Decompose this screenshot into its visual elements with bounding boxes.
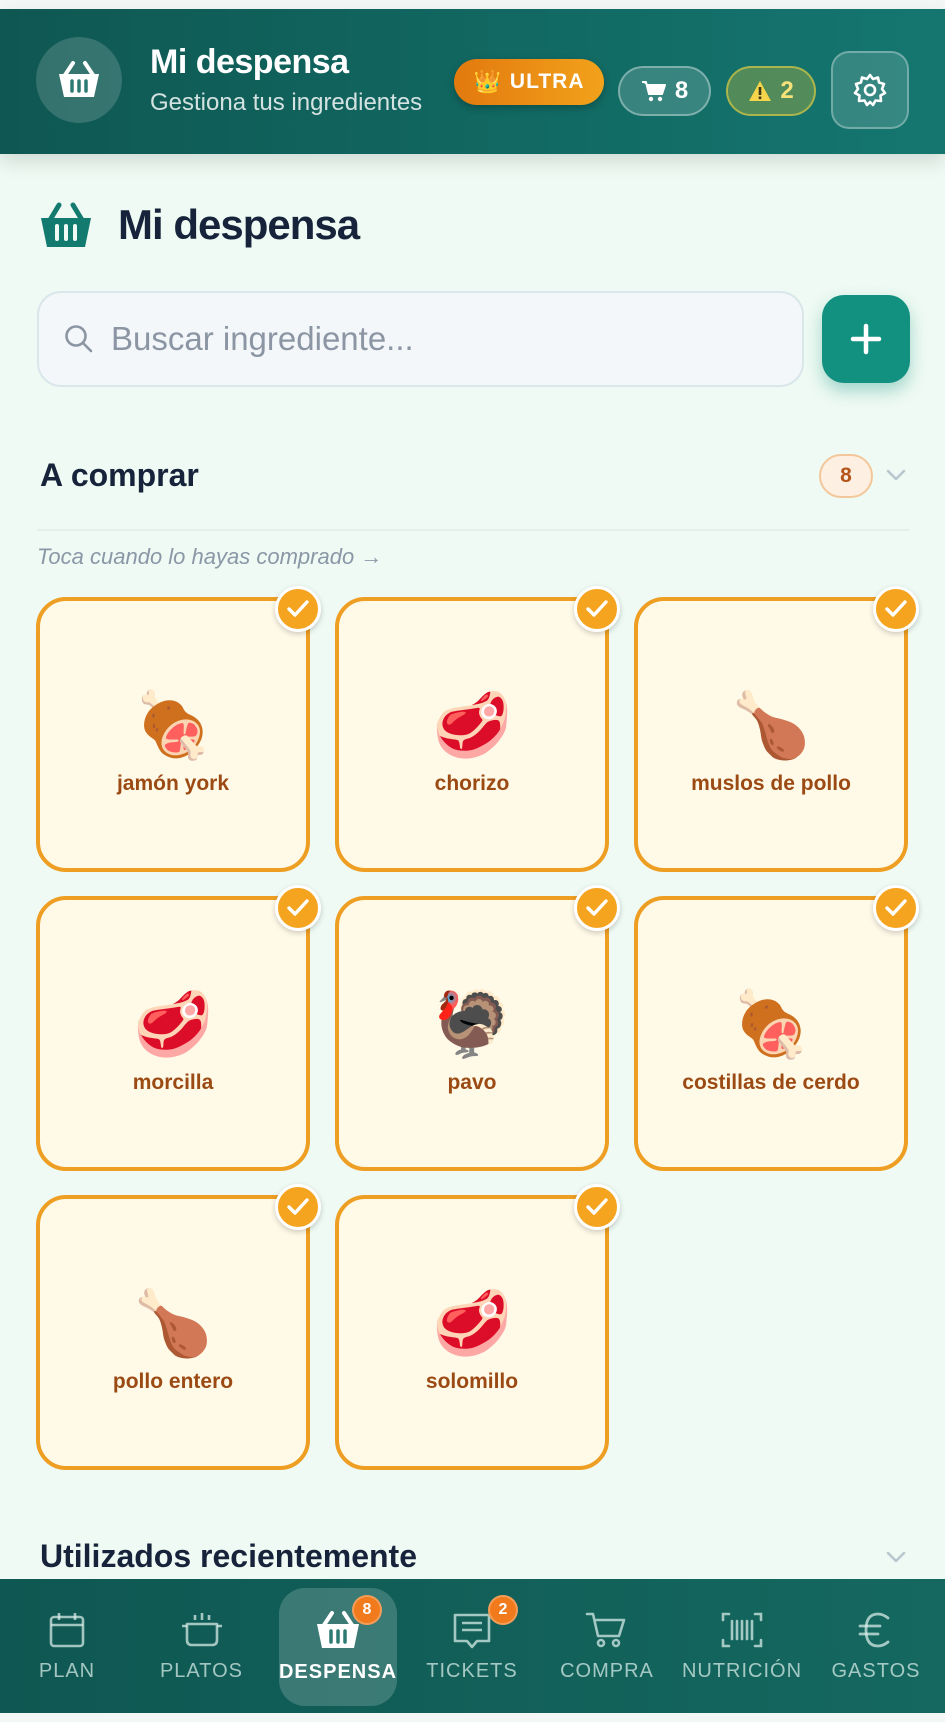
- ingredient-name: pavo: [447, 1070, 497, 1094]
- ingredient-name: solomillo: [425, 1369, 519, 1393]
- ingredient-card[interactable]: 🍖 costillas de cerdo: [634, 885, 919, 1171]
- status-strip: [0, 0, 945, 9]
- page-title-row: Mi despensa: [38, 200, 360, 250]
- home-indicator-strip: [0, 1713, 945, 1722]
- ingredient-card[interactable]: 🍖 jamón york: [36, 586, 321, 872]
- check-icon[interactable]: [873, 586, 919, 632]
- warning-icon: [749, 81, 772, 101]
- search-icon: [65, 325, 93, 353]
- add-ingredient-button[interactable]: [822, 295, 910, 383]
- nav-label: DESPENSA: [278, 1660, 398, 1683]
- cart-icon: [585, 1612, 626, 1647]
- nav-plan[interactable]: PLAN: [0, 1579, 134, 1713]
- nav-badge: 8: [352, 1595, 382, 1625]
- nav-compra[interactable]: COMPRA: [537, 1579, 677, 1713]
- cart-count: 8: [674, 77, 689, 104]
- nav-label: GASTOS: [831, 1659, 921, 1682]
- meat-on-bone-icon: 🍖: [731, 987, 811, 1062]
- ingredient-name: muslos de pollo: [691, 771, 851, 795]
- ingredient-card[interactable]: 🥩 chorizo: [335, 586, 620, 872]
- check-icon[interactable]: [574, 586, 620, 632]
- ingredient-name: jamón york: [116, 771, 230, 795]
- to-buy-count: 8: [819, 454, 873, 498]
- cart-counter[interactable]: 8: [618, 66, 711, 116]
- header-title: Mi despensa: [150, 43, 349, 81]
- basket-logo: [36, 37, 122, 123]
- euro-icon: [858, 1612, 890, 1647]
- ingredient-card[interactable]: 🥩 morcilla: [36, 885, 321, 1171]
- cart-icon: [641, 81, 666, 102]
- basket-icon: [59, 61, 99, 97]
- chicken-leg-icon: 🍗: [731, 688, 811, 763]
- ingredient-card[interactable]: 🍗 muslos de pollo: [634, 586, 919, 872]
- nav-label: TICKETS: [426, 1659, 518, 1682]
- chicken-leg-icon: 🍗: [133, 1286, 213, 1361]
- app-header: Mi despensa Gestiona tus ingredientes 👑 …: [0, 9, 945, 154]
- bottom-nav: PLAN PLATOS DESPENSA 8 TICKETS 2 COMPRA …: [0, 1579, 945, 1713]
- header-subtitle: Gestiona tus ingredientes: [150, 89, 423, 116]
- to-buy-hint: Toca cuando lo hayas comprado →: [37, 544, 383, 569]
- barcode-icon: [721, 1612, 763, 1647]
- warning-counter[interactable]: 2: [726, 66, 816, 116]
- section-divider: [37, 529, 909, 531]
- check-icon[interactable]: [574, 1184, 620, 1230]
- crown-icon: 👑: [473, 69, 502, 94]
- check-icon[interactable]: [275, 586, 321, 632]
- ingredient-name: costillas de cerdo: [682, 1070, 860, 1094]
- page-title: Mi despensa: [118, 201, 360, 248]
- to-buy-title: A comprar: [40, 457, 199, 493]
- ultra-label: ULTRA: [509, 70, 585, 93]
- steak-icon: 🥩: [432, 1286, 512, 1361]
- chevron-down-icon[interactable]: [885, 1549, 907, 1565]
- ingredient-card[interactable]: 🦃 pavo: [335, 885, 620, 1171]
- search-bar: [37, 291, 804, 387]
- nav-despensa[interactable]: DESPENSA: [269, 1579, 407, 1713]
- nav-badge: 2: [488, 1595, 518, 1625]
- gear-icon: [853, 73, 887, 107]
- ingredient-name: pollo entero: [112, 1369, 234, 1393]
- nav-tickets[interactable]: TICKETS: [407, 1579, 537, 1713]
- calendar-icon: [49, 1612, 85, 1647]
- settings-button[interactable]: [831, 51, 909, 129]
- check-icon[interactable]: [275, 885, 321, 931]
- ingredient-name: morcilla: [132, 1070, 214, 1094]
- plus-icon: [850, 323, 882, 355]
- warning-count: 2: [780, 77, 794, 104]
- steak-icon: 🥩: [133, 987, 213, 1062]
- ultra-badge[interactable]: 👑 ULTRA: [454, 59, 604, 105]
- nav-label: NUTRICIÓN: [681, 1659, 803, 1682]
- check-icon[interactable]: [574, 885, 620, 931]
- check-icon[interactable]: [275, 1184, 321, 1230]
- recent-title: Utilizados recientemente: [40, 1538, 417, 1574]
- ingredient-card[interactable]: 🥩 solomillo: [335, 1184, 620, 1470]
- ingredient-card[interactable]: 🍗 pollo entero: [36, 1184, 321, 1470]
- receipt-icon: [453, 1613, 491, 1648]
- steak-icon: 🥩: [432, 688, 512, 763]
- ingredient-name: chorizo: [434, 771, 510, 795]
- meat-on-bone-icon: 🍖: [133, 688, 213, 763]
- nav-label: PLAN: [38, 1659, 96, 1682]
- chevron-down-icon[interactable]: [885, 467, 907, 483]
- check-icon[interactable]: [873, 885, 919, 931]
- pot-icon: [181, 1612, 222, 1646]
- nav-platos[interactable]: PLATOS: [134, 1579, 269, 1713]
- basket-icon: [41, 202, 91, 247]
- nav-gastos[interactable]: GASTOS: [807, 1579, 945, 1713]
- search-input[interactable]: [111, 320, 771, 358]
- nav-label: PLATOS: [159, 1659, 244, 1682]
- turkey-icon: 🦃: [432, 987, 512, 1062]
- nav-nutricion[interactable]: NUTRICIÓN: [677, 1579, 807, 1713]
- nav-label: COMPRA: [560, 1659, 654, 1682]
